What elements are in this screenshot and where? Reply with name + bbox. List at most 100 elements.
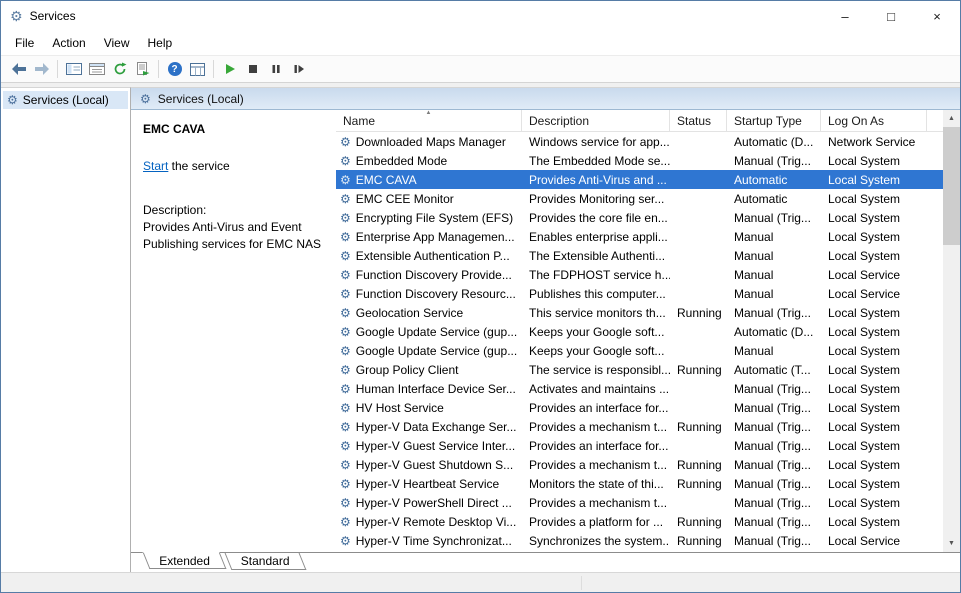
table-row[interactable]: ⚙Human Interface Device Ser...Activates … — [336, 379, 943, 398]
service-gear-icon: ⚙ — [340, 250, 351, 262]
export-list-button[interactable] — [131, 58, 154, 81]
cell-name: ⚙Encrypting File System (EFS) — [336, 211, 522, 225]
table-row[interactable]: ⚙Hyper-V PowerShell Direct ...Provides a… — [336, 493, 943, 512]
column-header-startup-type[interactable]: Startup Type — [727, 110, 821, 131]
table-row[interactable]: ⚙Extensible Authentication P...The Exten… — [336, 246, 943, 265]
cell-description: Enables enterprise appli... — [522, 230, 670, 244]
panel-header-icon: ⚙ — [140, 93, 151, 105]
cell-description: The FDPHOST service h... — [522, 268, 670, 282]
back-button[interactable] — [7, 58, 30, 81]
list-header: ▲ Name Description Status Startup Type L… — [336, 110, 943, 132]
table-row[interactable]: ⚙Hyper-V Remote Desktop Vi...Provides a … — [336, 512, 943, 531]
service-action-line: Start the service — [143, 159, 326, 173]
help-button[interactable]: ? — [163, 58, 186, 81]
column-header-log-on-as[interactable]: Log On As — [821, 110, 927, 131]
table-row[interactable]: ⚙Hyper-V Guest Service Inter...Provides … — [336, 436, 943, 455]
table-row[interactable]: ⚙Function Discovery Provide...The FDPHOS… — [336, 265, 943, 284]
cell-description: Provides an interface for... — [522, 401, 670, 415]
maximize-button[interactable]: □ — [868, 1, 914, 31]
tree-item-services-local[interactable]: ⚙ Services (Local) — [3, 91, 128, 109]
services-window: ⚙ Services – □ × File Action View Help — [0, 0, 961, 593]
service-gear-icon: ⚙ — [340, 307, 351, 319]
restart-service-button[interactable] — [287, 58, 310, 81]
cell-name: ⚙Embedded Mode — [336, 154, 522, 168]
table-row[interactable]: ⚙HV Host ServiceProvides an interface fo… — [336, 398, 943, 417]
cell-name: ⚙Downloaded Maps Manager — [336, 135, 522, 149]
column-header-description[interactable]: Description — [522, 110, 670, 131]
menu-help[interactable]: Help — [139, 33, 182, 53]
cell-name: ⚙Hyper-V Heartbeat Service — [336, 477, 522, 491]
column-header-status[interactable]: Status — [670, 110, 727, 131]
description-text: Provides Anti-Virus and Event Publishing… — [143, 219, 325, 253]
table-row[interactable]: ⚙Google Update Service (gup...Keeps your… — [336, 322, 943, 341]
cell-log-on-as: Network Service — [821, 135, 927, 149]
toolbar-separator — [213, 60, 214, 78]
cell-log-on-as: Local System — [821, 249, 927, 263]
table-row[interactable]: ⚙Hyper-V Data Exchange Ser...Provides a … — [336, 417, 943, 436]
table-row[interactable]: ⚙Geolocation ServiceThis service monitor… — [336, 303, 943, 322]
table-row[interactable]: ⚙Google Update Service (gup...Keeps your… — [336, 341, 943, 360]
cell-description: Keeps your Google soft... — [522, 344, 670, 358]
cell-log-on-as: Local System — [821, 458, 927, 472]
table-row[interactable]: ⚙Group Policy ClientThe service is respo… — [336, 360, 943, 379]
cell-name: ⚙Hyper-V PowerShell Direct ... — [336, 496, 522, 510]
cell-log-on-as: Local System — [821, 173, 927, 187]
close-button[interactable]: × — [914, 1, 960, 31]
show-console-tree-button[interactable] — [62, 58, 85, 81]
menu-file[interactable]: File — [6, 33, 43, 53]
cell-startup-type: Manual — [727, 249, 821, 263]
table-row[interactable]: ⚙EMC CEE MonitorProvides Monitoring ser.… — [336, 189, 943, 208]
menu-view[interactable]: View — [95, 33, 139, 53]
console-tree-panel: ⚙ Services (Local) — [1, 87, 131, 572]
cell-log-on-as: Local System — [821, 496, 927, 510]
table-row[interactable]: ⚙Hyper-V Guest Shutdown S...Provides a m… — [336, 455, 943, 474]
scroll-up-button[interactable]: ▲ — [943, 110, 960, 127]
table-row[interactable]: ⚙Embedded ModeThe Embedded Mode se...Man… — [336, 151, 943, 170]
table-row[interactable]: ⚙Hyper-V Time Synchronizat...Synchronize… — [336, 531, 943, 550]
table-row[interactable]: ⚙Function Discovery Resourc...Publishes … — [336, 284, 943, 303]
properties-button[interactable] — [85, 58, 108, 81]
extended-view: EMC CAVA Start the service Description: … — [131, 110, 960, 552]
tab-extended[interactable]: Extended — [143, 552, 227, 569]
cell-startup-type: Manual — [727, 344, 821, 358]
cell-name: ⚙Hyper-V Remote Desktop Vi... — [336, 515, 522, 529]
cell-description: The service is responsibl... — [522, 363, 670, 377]
vertical-scrollbar[interactable]: ▲ ▼ — [943, 110, 960, 552]
menu-bar: File Action View Help — [1, 31, 960, 55]
cell-log-on-as: Local System — [821, 477, 927, 491]
scrollbar-thumb[interactable] — [943, 127, 960, 245]
cell-log-on-as: Local System — [821, 401, 927, 415]
service-gear-icon: ⚙ — [340, 269, 351, 281]
forward-button[interactable] — [30, 58, 53, 81]
selected-service-name: EMC CAVA — [143, 122, 326, 136]
table-row[interactable]: ⚙Hyper-V Heartbeat ServiceMonitors the s… — [336, 474, 943, 493]
scroll-down-button[interactable]: ▼ — [943, 535, 960, 552]
cell-name: ⚙Google Update Service (gup... — [336, 325, 522, 339]
pause-service-button[interactable] — [264, 58, 287, 81]
minimize-button[interactable]: – — [822, 1, 868, 31]
cell-name: ⚙Human Interface Device Ser... — [336, 382, 522, 396]
start-service-link[interactable]: Start — [143, 159, 168, 173]
refresh-button[interactable] — [108, 58, 131, 81]
list-view-button[interactable] — [186, 58, 209, 81]
menu-action[interactable]: Action — [43, 33, 94, 53]
start-service-button[interactable] — [218, 58, 241, 81]
cell-log-on-as: Local Service — [821, 287, 927, 301]
cell-status: Running — [670, 363, 727, 377]
cell-startup-type: Automatic — [727, 173, 821, 187]
help-icon: ? — [168, 62, 182, 76]
table-row[interactable]: ⚙Encrypting File System (EFS)Provides th… — [336, 208, 943, 227]
cell-startup-type: Manual — [727, 287, 821, 301]
tab-standard[interactable]: Standard — [224, 553, 306, 570]
table-row[interactable]: ⚙EMC CAVAProvides Anti-Virus and ...Auto… — [336, 170, 943, 189]
cell-startup-type: Manual (Trig... — [727, 439, 821, 453]
cell-startup-type: Manual (Trig... — [727, 477, 821, 491]
stop-service-button[interactable] — [241, 58, 264, 81]
table-row[interactable]: ⚙Enterprise App Managemen...Enables ente… — [336, 227, 943, 246]
cell-name: ⚙EMC CEE Monitor — [336, 192, 522, 206]
table-row[interactable]: ⚙Downloaded Maps ManagerWindows service … — [336, 132, 943, 151]
cell-log-on-as: Local Service — [821, 534, 927, 548]
cell-startup-type: Manual (Trig... — [727, 401, 821, 415]
column-header-name[interactable]: ▲ Name — [336, 110, 522, 131]
cell-log-on-as: Local System — [821, 154, 927, 168]
